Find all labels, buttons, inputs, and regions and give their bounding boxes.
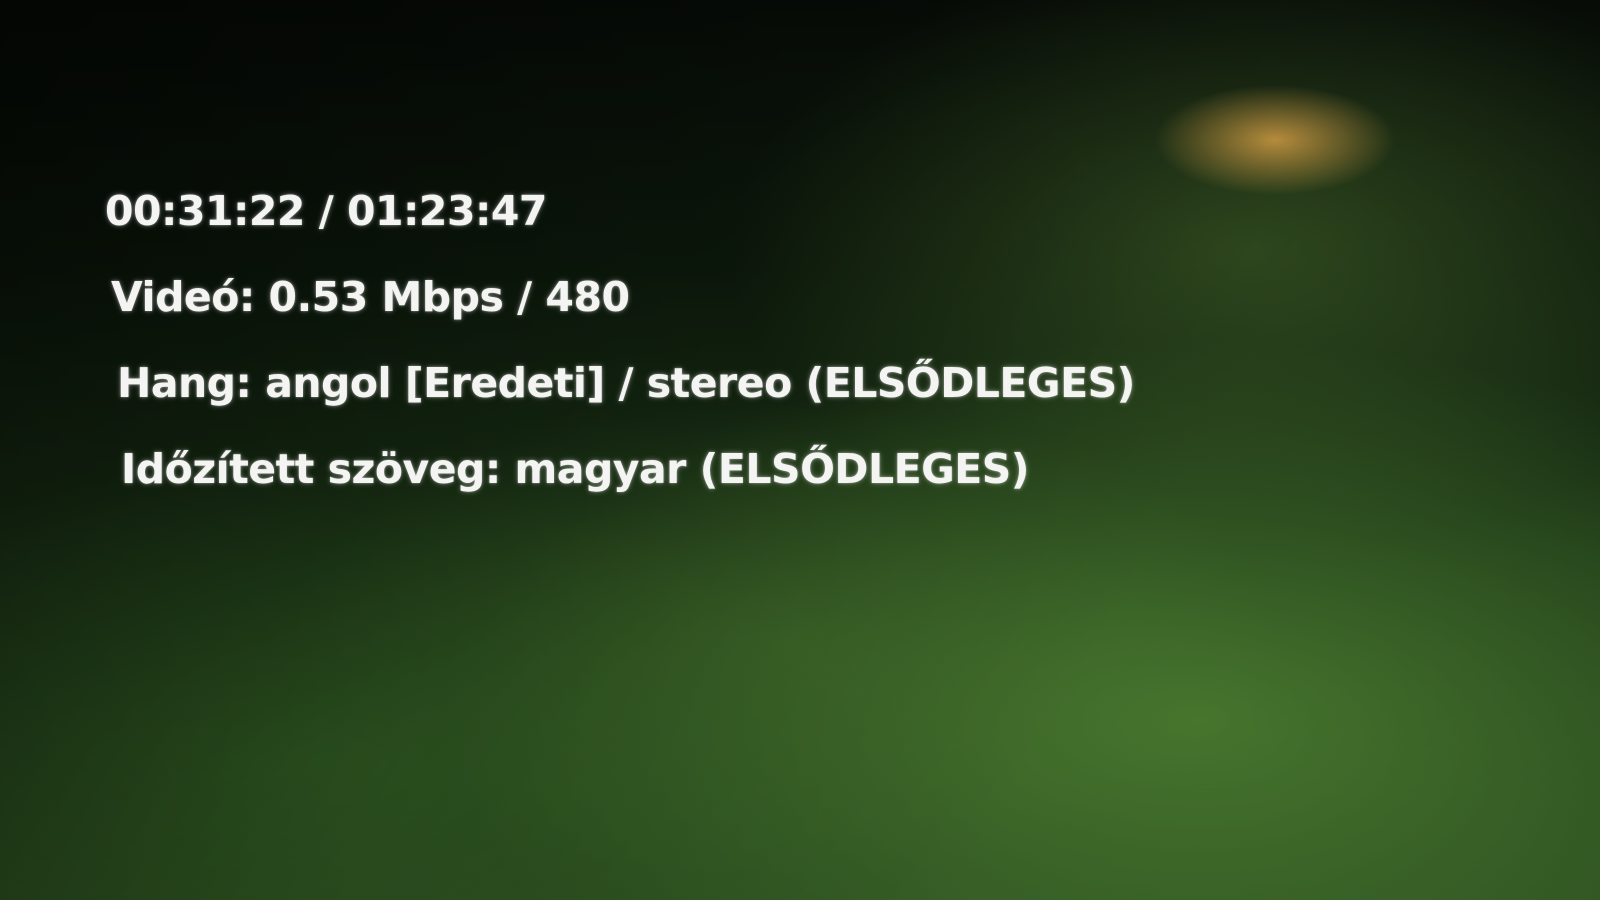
subtitle-info: Időzített szöveg: magyar (ELSŐDLEGES): [121, 445, 1030, 493]
time-readout: 00:31:22 / 01:23:47: [105, 187, 547, 235]
playback-info-overlay: 00:31:22 / 01:23:47 Videó: 0.53 Mbps / 4…: [105, 168, 1135, 512]
video-info: Videó: 0.53 Mbps / 480: [111, 273, 630, 321]
audio-info: Hang: angol [Eredeti] / stereo (ELSŐDLEG…: [117, 359, 1135, 407]
video-player-screen: 00:31:22 / 01:23:47 Videó: 0.53 Mbps / 4…: [0, 0, 1600, 900]
